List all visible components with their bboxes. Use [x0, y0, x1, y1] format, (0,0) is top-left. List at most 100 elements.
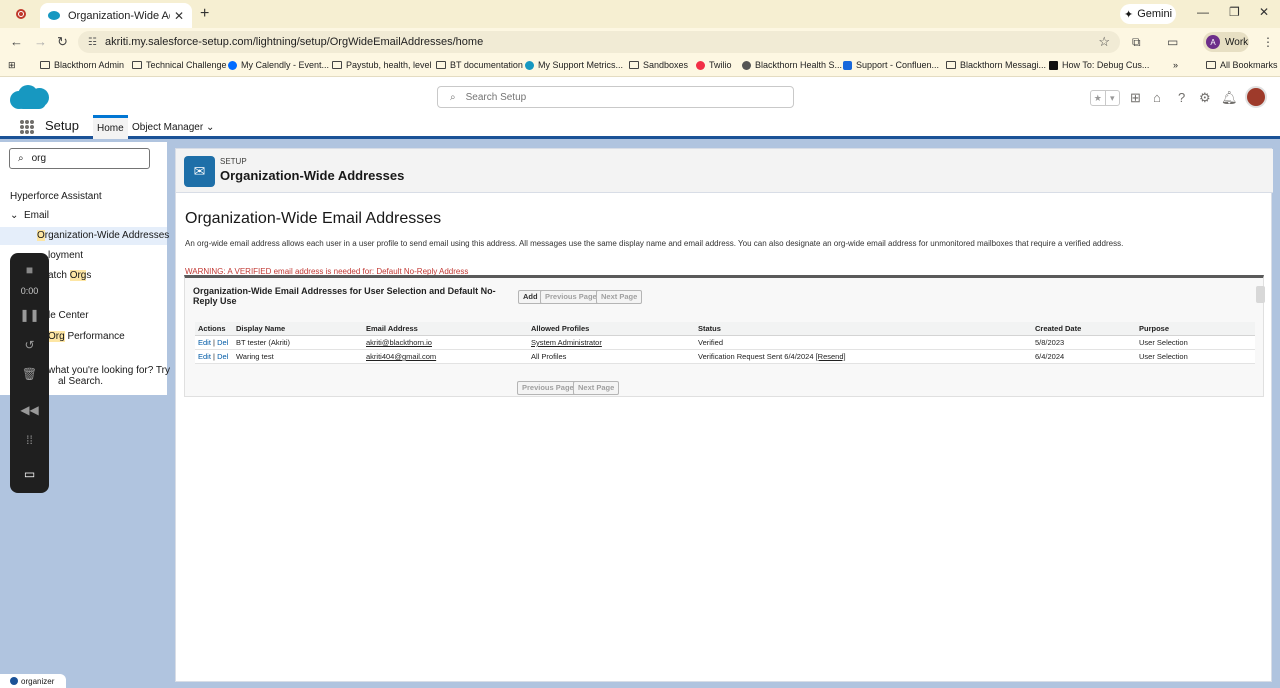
- forward-icon[interactable]: →: [34, 34, 47, 49]
- rewind-icon[interactable]: ◀◀: [10, 403, 49, 417]
- bookmark-star-icon[interactable]: ☆: [1098, 34, 1110, 50]
- favorites-button[interactable]: ★ ▾: [1090, 90, 1120, 106]
- column-header[interactable]: Allowed Profiles: [528, 322, 695, 336]
- bookmark-technical-challenge[interactable]: Technical Challenge: [132, 60, 227, 70]
- gemini-button[interactable]: ✦ Gemini: [1120, 4, 1176, 24]
- bookmark-blackthorn-admin[interactable]: Blackthorn Admin: [40, 60, 124, 70]
- sidebar-item-dispatch-orgs[interactable]: atch Orgs: [48, 270, 91, 281]
- sidebar-item-org-performance[interactable]: Org Performance: [48, 331, 125, 342]
- profile-link[interactable]: System Administrator: [531, 338, 602, 347]
- help-icon[interactable]: ?: [1178, 90, 1185, 105]
- gear-icon[interactable]: ⚙: [1199, 90, 1211, 106]
- bookmark-paystub[interactable]: Paystub, health, level: [332, 60, 432, 70]
- bookmark-support-confluence[interactable]: Support - Confluen...: [843, 60, 939, 70]
- browser-menu-icon[interactable]: ⋮: [1262, 35, 1274, 49]
- close-window-icon[interactable]: ✕: [1259, 5, 1269, 19]
- chevron-down-icon: ▾: [1104, 91, 1120, 105]
- main-content: ✉ SETUP Organization-Wide Addresses Orga…: [175, 148, 1273, 682]
- browser-toolbar: ← → ↻ ☷ akriti.my.salesforce-setup.com/l…: [0, 28, 1280, 56]
- edit-link[interactable]: Edit: [198, 338, 211, 347]
- folder-icon: [332, 61, 342, 69]
- tab-search-icon[interactable]: ▭: [1167, 35, 1178, 49]
- sidebar-item-organization-wide-addresses[interactable]: Organization-Wide Addresses: [0, 227, 169, 245]
- tab-home[interactable]: Home: [93, 115, 128, 139]
- delete-link[interactable]: Del: [217, 352, 228, 361]
- global-actions-icon[interactable]: ⊞: [1130, 90, 1141, 106]
- bookmark-sandboxes[interactable]: Sandboxes: [629, 60, 688, 70]
- site-info-icon[interactable]: ☷: [88, 37, 97, 48]
- bookmark-support-metrics[interactable]: My Support Metrics...: [525, 60, 623, 70]
- next-page-button-bottom[interactable]: Next Page: [573, 381, 620, 395]
- grid-icon[interactable]: ⁞⁞: [10, 433, 49, 447]
- sidebar-item-deployment[interactable]: loyment: [48, 250, 83, 261]
- all-bookmarks[interactable]: All Bookmarks: [1206, 60, 1278, 70]
- pause-icon[interactable]: ❚❚: [10, 308, 49, 322]
- resend-link[interactable]: [Resend]: [816, 352, 846, 361]
- bookmark-blackthorn-health[interactable]: Blackthorn Health S...: [742, 60, 842, 70]
- salesforce-logo-icon[interactable]: [10, 83, 50, 111]
- global-search-link[interactable]: al Search.: [58, 376, 103, 387]
- maximize-window-icon[interactable]: ❐: [1229, 5, 1240, 19]
- column-header[interactable]: Display Name: [233, 322, 363, 336]
- previous-page-button[interactable]: Previous Page: [540, 290, 602, 304]
- sidebar-item-hyperforce-assistant[interactable]: Hyperforce Assistant: [10, 191, 102, 202]
- column-header[interactable]: Email Address: [363, 322, 528, 336]
- reload-icon[interactable]: ↻: [57, 34, 68, 50]
- tab-object-manager[interactable]: Object Manager ⌄: [128, 115, 218, 139]
- sidebar-section-email[interactable]: ⌄ Email: [10, 210, 49, 221]
- apps-grid-icon[interactable]: ⊞: [8, 60, 16, 71]
- salesforce-favicon-icon: [48, 11, 60, 20]
- restart-icon[interactable]: ↺: [10, 338, 49, 352]
- extensions-icon[interactable]: ⧉: [1132, 35, 1141, 50]
- bookmark-label: Paystub, health, level: [346, 60, 432, 70]
- column-header[interactable]: Status: [695, 322, 1032, 336]
- bookmark-label: Blackthorn Messagi...: [960, 60, 1047, 70]
- notion-icon: [1049, 60, 1058, 70]
- bookmark-bt-documentation[interactable]: BT documentation: [436, 60, 523, 70]
- folder-icon: [40, 61, 50, 69]
- edit-link[interactable]: Edit: [198, 352, 211, 361]
- folder-icon: [132, 61, 142, 69]
- notifications-bell-icon[interactable]: 🔔︎: [1221, 90, 1238, 106]
- next-page-button[interactable]: Next Page: [596, 290, 643, 304]
- sidebar-item-label: Performance: [64, 331, 125, 342]
- address-bar[interactable]: ☷ akriti.my.salesforce-setup.com/lightni…: [78, 31, 1120, 53]
- trash-icon[interactable]: 🗑︎: [10, 367, 49, 381]
- previous-page-button-bottom[interactable]: Previous Page: [517, 381, 579, 395]
- trailhead-icon[interactable]: ⌂: [1153, 90, 1161, 105]
- folder-icon: [946, 61, 956, 69]
- column-header[interactable]: Created Date: [1032, 322, 1136, 336]
- profiles-cell: System Administrator: [528, 335, 695, 350]
- browser-tab-active[interactable]: Organization-Wide Addresses | ✕: [40, 3, 192, 28]
- status-text: Verification Request Sent 6/4/2024: [698, 352, 814, 361]
- addresses-table: Actions Display Name Email Address Allow…: [195, 322, 1255, 364]
- back-icon[interactable]: ←: [10, 34, 23, 49]
- add-button[interactable]: Add: [518, 290, 543, 304]
- app-launcher-icon[interactable]: [20, 120, 34, 134]
- scroll-handle[interactable]: [1256, 286, 1265, 303]
- tab-home-label: Home: [97, 123, 124, 134]
- quick-find-input[interactable]: ⌕ org: [9, 148, 150, 169]
- search-setup-input[interactable]: ⌕ Search Setup: [437, 86, 794, 108]
- profile-button[interactable]: A Work: [1203, 32, 1249, 52]
- column-header[interactable]: Purpose: [1136, 322, 1255, 336]
- email-link[interactable]: akriti@blackthorn.io: [366, 338, 432, 347]
- close-tab-icon[interactable]: ✕: [174, 9, 184, 23]
- bookmark-twilio[interactable]: Twilio: [696, 60, 732, 70]
- bookmark-blackthorn-messaging[interactable]: Blackthorn Messagi...: [946, 60, 1046, 70]
- new-tab-button[interactable]: +: [200, 5, 209, 23]
- sidebar-item-center[interactable]: le Center: [48, 310, 89, 321]
- search-highlight: Org: [48, 331, 65, 342]
- more-bookmarks-icon[interactable]: »: [1173, 60, 1178, 70]
- bookmark-label: Blackthorn Admin: [54, 60, 125, 70]
- minimize-window-icon[interactable]: —: [1197, 5, 1209, 19]
- stop-recording-icon[interactable]: ■: [10, 263, 49, 277]
- bookmark-debug[interactable]: How To: Debug Cus...: [1049, 60, 1149, 70]
- delete-link[interactable]: Del: [217, 338, 228, 347]
- bookmark-label: Twilio: [709, 60, 732, 70]
- email-link[interactable]: akriti404@gmail.com: [366, 352, 436, 361]
- user-avatar[interactable]: [1245, 86, 1267, 108]
- organizer-extension-tab[interactable]: organizer: [0, 674, 66, 688]
- bookmark-calendly[interactable]: My Calendly - Event...: [228, 60, 329, 70]
- camera-icon[interactable]: ▭: [10, 467, 49, 481]
